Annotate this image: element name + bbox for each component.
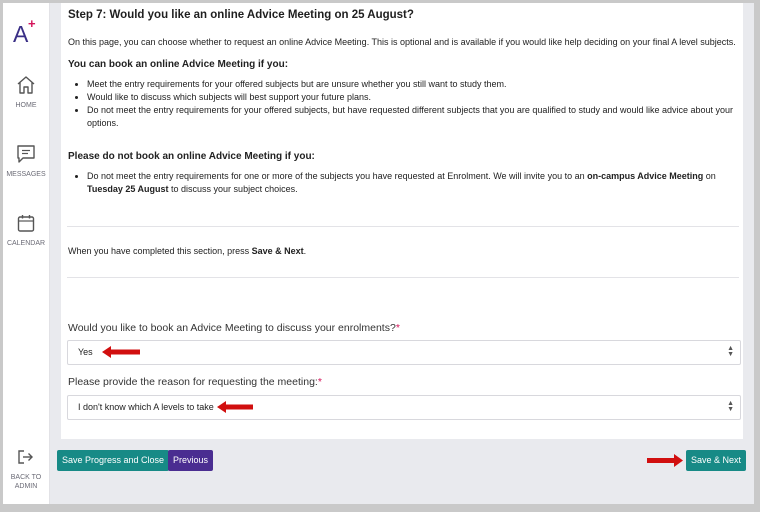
annotation-arrow-icon bbox=[217, 401, 253, 413]
sidebar-item-home[interactable]: HOME bbox=[3, 75, 49, 109]
save-next-button[interactable]: Save & Next bbox=[686, 450, 747, 471]
list-text: to discuss your subject choices. bbox=[168, 184, 298, 194]
step-section: Step 7: Would you like an online Advice … bbox=[61, 3, 743, 196]
completed-text: When you have completed this section, pr… bbox=[68, 246, 252, 256]
meeting-select-value: Yes bbox=[78, 347, 93, 357]
list-item: Do not meet the entry requirements for y… bbox=[87, 104, 736, 130]
calendar-icon bbox=[17, 215, 35, 232]
home-icon bbox=[17, 76, 35, 94]
sidebar-item-calendar[interactable]: CALENDAR bbox=[3, 213, 49, 247]
can-book-list: Meet the entry requirements for your off… bbox=[68, 78, 736, 130]
completed-bold-text: Save & Next bbox=[251, 246, 304, 256]
list-text: Do not meet the entry requirements for o… bbox=[87, 171, 588, 181]
question-text: Please provide the reason for requesting… bbox=[68, 376, 318, 388]
previous-button[interactable]: Previous bbox=[168, 450, 214, 471]
list-item: Meet the entry requirements for your off… bbox=[87, 78, 736, 91]
required-marker: * bbox=[317, 376, 322, 388]
list-item: Do not meet the entry requirements for o… bbox=[87, 170, 736, 196]
sidebar-item-label: CALENDAR bbox=[6, 240, 46, 247]
meeting-select[interactable]: Yes ▲ ▼ bbox=[67, 340, 741, 365]
back-line-2: ADMIN bbox=[14, 483, 38, 490]
sidebar-item-label: MESSAGES bbox=[6, 171, 46, 178]
reason-select-value: I don't know which A levels to take bbox=[78, 402, 214, 412]
sidebar-item-messages[interactable]: MESSAGES bbox=[3, 144, 49, 178]
logo-letter: A bbox=[13, 21, 29, 47]
main-content: Step 7: Would you like an online Advice … bbox=[61, 3, 743, 439]
annotation-arrow-icon bbox=[102, 346, 140, 358]
intro-text: On this page, you can choose whether to … bbox=[68, 37, 736, 47]
sidebar: A + HOME MESSAGES CALENDAR BACK TO ADMIN bbox=[3, 3, 50, 504]
app-window: A + HOME MESSAGES CALENDAR BACK TO ADMIN… bbox=[3, 3, 754, 504]
divider bbox=[67, 277, 739, 278]
divider bbox=[67, 226, 739, 227]
question-text: Would you like to book an Advice Meeting… bbox=[68, 322, 396, 334]
back-to-admin-label: BACK TO ADMIN bbox=[3, 473, 49, 491]
save-progress-close-button[interactable]: Save Progress and Close bbox=[57, 450, 170, 471]
completed-instruction: When you have completed this section, pr… bbox=[68, 246, 306, 256]
list-item: Would like to discuss which subjects wil… bbox=[87, 91, 736, 104]
app-logo[interactable]: A + bbox=[13, 16, 36, 48]
back-line-1: BACK TO bbox=[10, 474, 42, 481]
select-caret-icon: ▲ ▼ bbox=[727, 345, 734, 358]
logo-plus: + bbox=[28, 16, 36, 31]
completed-text: . bbox=[303, 246, 307, 256]
back-to-admin-link[interactable]: BACK TO ADMIN bbox=[3, 449, 49, 491]
sidebar-item-label: HOME bbox=[15, 102, 37, 109]
annotation-arrow-icon bbox=[647, 454, 683, 467]
required-marker: * bbox=[395, 322, 400, 334]
list-text: on bbox=[703, 171, 716, 181]
dont-book-heading: Please do not book an online Advice Meet… bbox=[68, 151, 315, 162]
message-icon bbox=[17, 145, 35, 163]
can-book-heading: You can book an online Advice Meeting if… bbox=[68, 59, 289, 70]
list-bold-text: on-campus Advice Meeting bbox=[587, 171, 704, 181]
select-caret-icon: ▲ ▼ bbox=[727, 400, 734, 413]
reason-question-label: Please provide the reason for requesting… bbox=[68, 376, 322, 388]
meeting-question-label: Would you like to book an Advice Meeting… bbox=[68, 322, 400, 334]
reason-select[interactable]: I don't know which A levels to take ▲ ▼ bbox=[67, 395, 741, 420]
dont-book-list: Do not meet the entry requirements for o… bbox=[68, 170, 736, 196]
sign-out-icon bbox=[18, 450, 33, 464]
list-bold-text: Tuesday 25 August bbox=[87, 184, 169, 194]
page-title: Step 7: Would you like an online Advice … bbox=[68, 9, 414, 21]
